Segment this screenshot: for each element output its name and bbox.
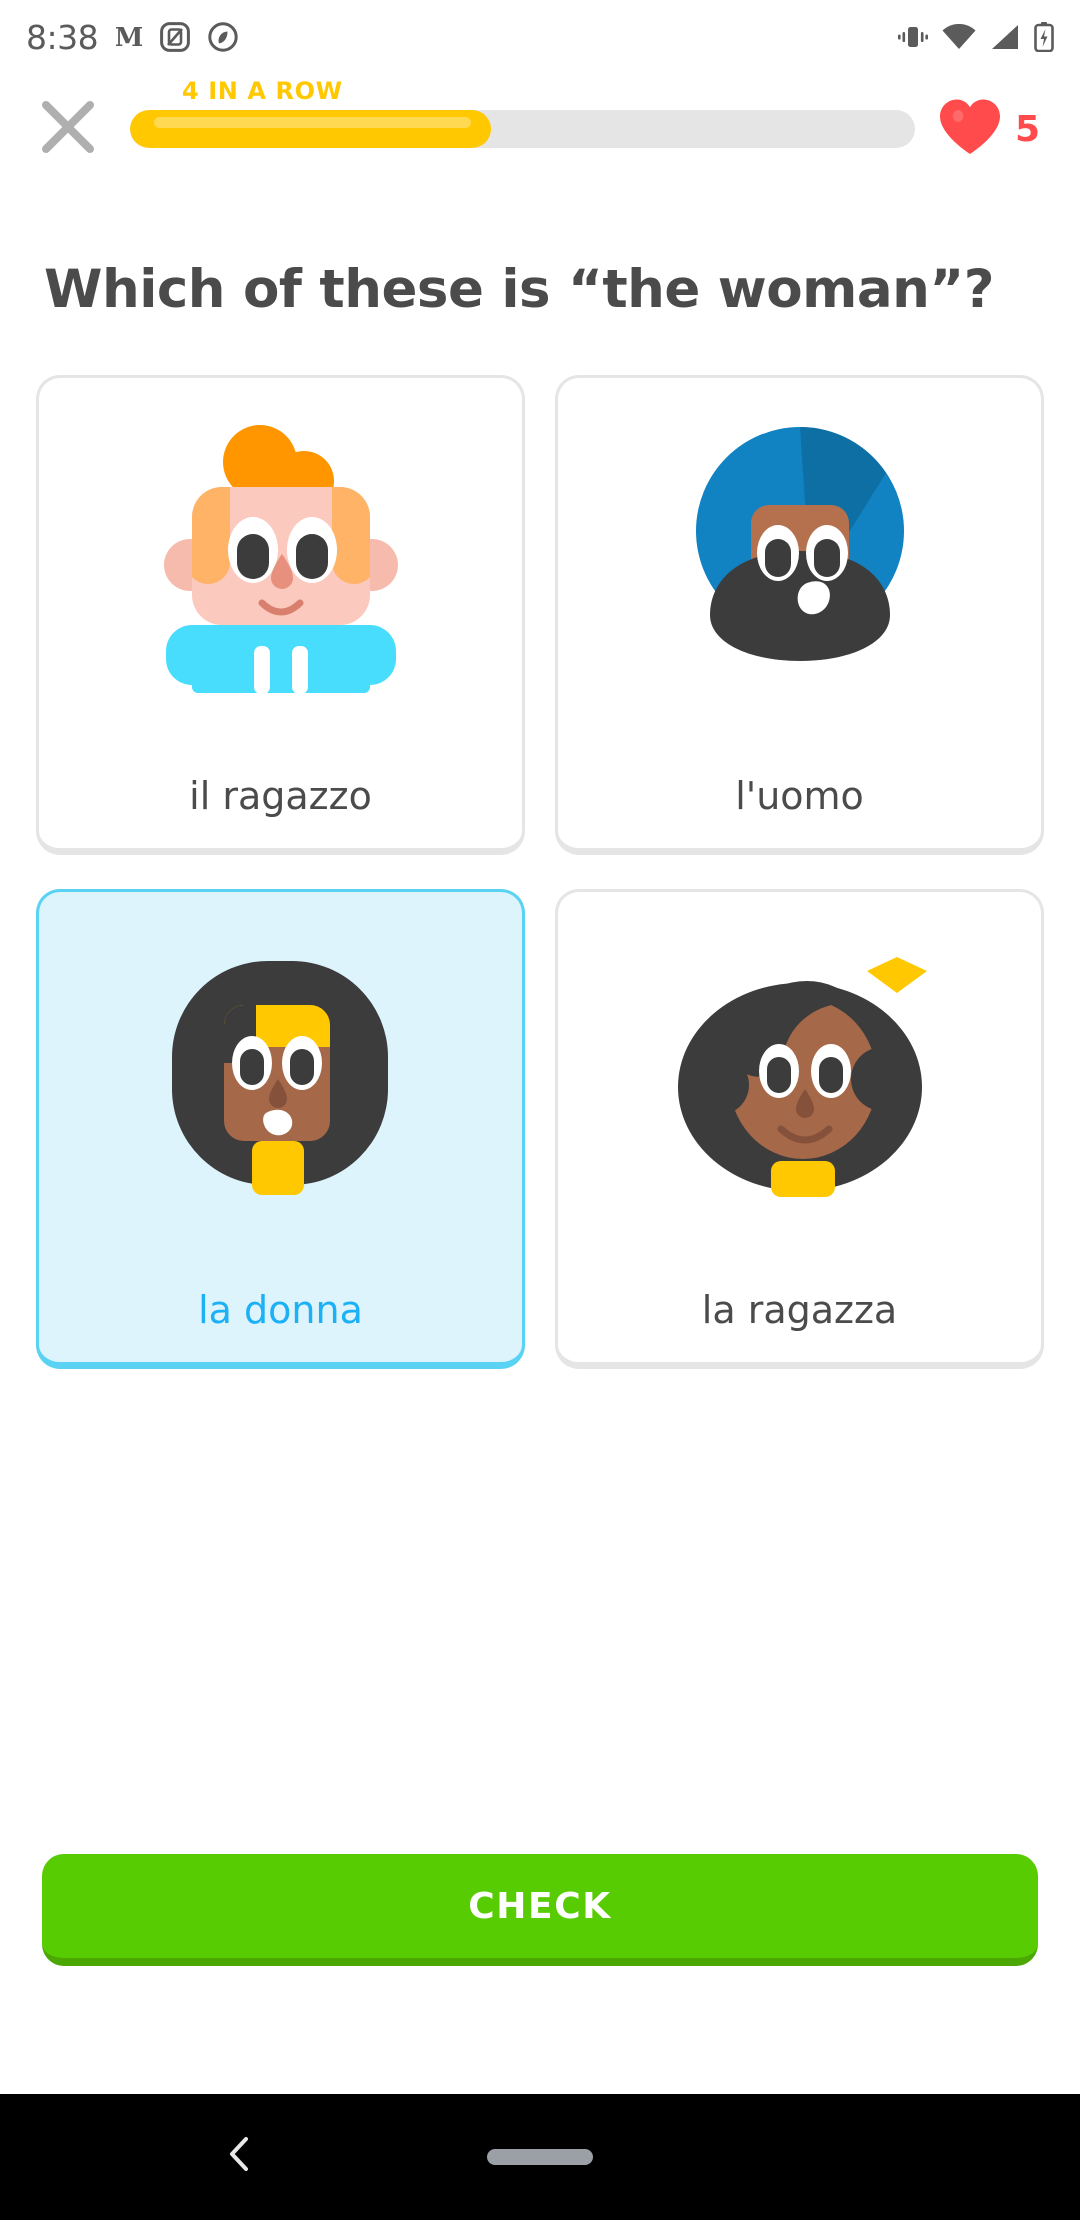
screenshot-icon xyxy=(160,22,191,52)
close-x-icon xyxy=(39,98,97,160)
battery-charging-icon xyxy=(1034,22,1054,52)
m-badge-icon: M xyxy=(116,22,142,52)
check-bar: CHECK xyxy=(0,1854,1080,1966)
wifi-icon xyxy=(942,24,976,50)
lesson-header: 4 IN A ROW 5 xyxy=(0,74,1080,184)
choice-label: la ragazza xyxy=(701,1287,898,1332)
status-bar-left: 8:38 M xyxy=(26,18,238,57)
status-bar: 8:38 M xyxy=(0,0,1080,74)
sync-circle-icon xyxy=(208,22,238,52)
boy-orange-hair-avatar xyxy=(39,378,522,748)
choice-card-il-ragazzo[interactable]: il ragazzo xyxy=(36,374,525,855)
heart-icon xyxy=(937,97,1003,161)
vibrate-icon xyxy=(898,23,928,51)
question-prompt: Which of these is “the woman”? xyxy=(44,259,994,320)
choice-label: il ragazzo xyxy=(189,773,372,818)
check-button[interactable]: CHECK xyxy=(42,1854,1038,1966)
progress-track xyxy=(130,110,915,148)
hearts-indicator[interactable]: 5 xyxy=(937,97,1040,161)
close-button[interactable] xyxy=(34,95,102,163)
man-blue-turban-beard-avatar xyxy=(558,378,1041,748)
heart-count: 5 xyxy=(1014,108,1040,150)
choice-label: l'uomo xyxy=(735,773,864,818)
choice-card-la-ragazza[interactable]: la ragazza xyxy=(555,888,1044,1369)
lesson-progress: 4 IN A ROW xyxy=(130,77,915,163)
choice-label: la donna xyxy=(198,1287,363,1332)
choice-card-l-uomo[interactable]: l'uomo xyxy=(555,374,1044,855)
system-nav-bar xyxy=(0,2094,1080,2220)
progress-fill xyxy=(130,110,492,148)
svg-text:M: M xyxy=(116,23,142,52)
choices-grid: il ragazzo l'uomo la donna la ragazza xyxy=(36,374,1044,1369)
status-bar-right xyxy=(898,22,1054,52)
choice-card-la-donna[interactable]: la donna xyxy=(36,888,525,1369)
cellular-signal-icon xyxy=(990,24,1020,50)
status-clock: 8:38 xyxy=(26,17,99,57)
progress-gloss xyxy=(154,117,472,128)
back-chevron-icon[interactable] xyxy=(222,2133,258,2182)
streak-label: 4 IN A ROW xyxy=(182,77,343,105)
home-pill-icon[interactable] xyxy=(487,2149,593,2165)
woman-dark-hair-avatar xyxy=(39,892,522,1262)
girl-yellow-bow-avatar xyxy=(558,892,1041,1262)
